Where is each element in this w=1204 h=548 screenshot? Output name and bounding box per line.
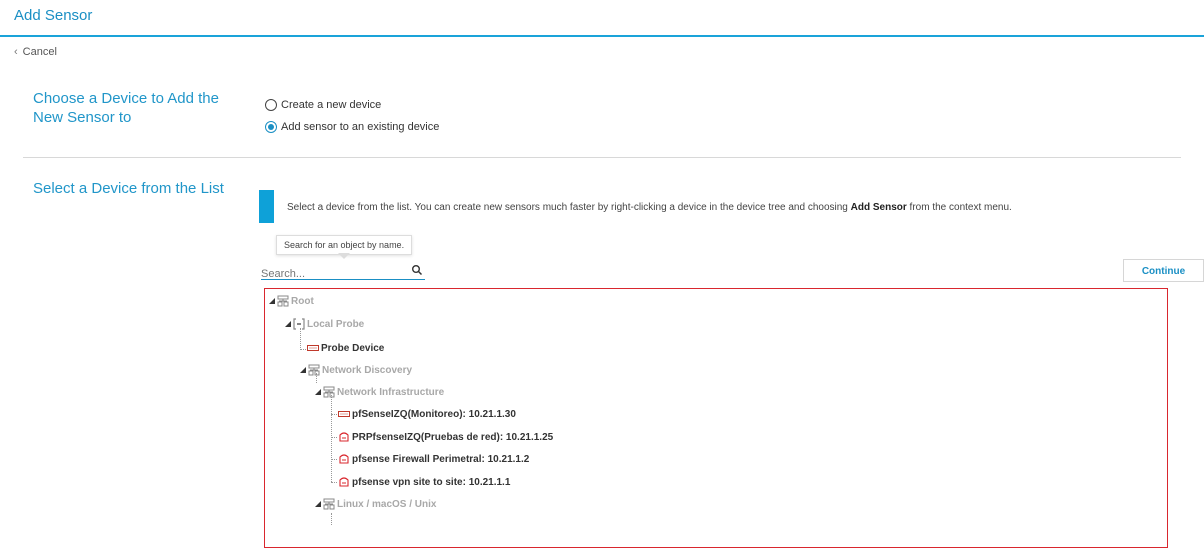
tree-node-local-probe[interactable]: Local Probe bbox=[285, 316, 364, 332]
existing-device-label: Add sensor to an existing device bbox=[281, 121, 440, 133]
device-icon bbox=[338, 411, 350, 417]
firewall-icon bbox=[339, 477, 349, 487]
info-text-after: from the context menu. bbox=[906, 202, 1012, 213]
cancel-link[interactable]: ‹ Cancel bbox=[14, 46, 57, 58]
tree-node-network-discovery[interactable]: Network Discovery bbox=[300, 362, 412, 378]
create-new-device-label: Create a new device bbox=[281, 99, 382, 111]
chevron-left-icon: ‹ bbox=[14, 46, 18, 58]
firewall-icon bbox=[339, 432, 349, 442]
expanded-arrow-icon[interactable] bbox=[300, 365, 307, 375]
device-icon bbox=[307, 345, 319, 351]
create-new-device-option[interactable]: Create a new device bbox=[265, 99, 381, 111]
tree-node-label: Local Probe bbox=[307, 318, 365, 330]
tree-node-probe-device[interactable]: Probe Device bbox=[307, 340, 384, 356]
tree-node-device[interactable]: pfsense Firewall Perimetral: 10.21.1.2 bbox=[338, 451, 529, 467]
search-tooltip: Search for an object by name. bbox=[276, 235, 413, 255]
search-box[interactable] bbox=[261, 264, 425, 280]
tree-node-label: Network Infrastructure bbox=[337, 386, 445, 398]
tree-node-label: PRPfsenseIZQ(Pruebas de red): 10.21.1.25 bbox=[352, 431, 554, 443]
tree-node-label: pfSenseIZQ(Monitoreo): 10.21.1.30 bbox=[352, 408, 516, 420]
device-tree[interactable]: Root Local Probe Probe Device Network Di… bbox=[264, 288, 1168, 548]
header-bar: Add Sensor bbox=[0, 0, 1204, 37]
info-text: Select a device from the list. You can c… bbox=[287, 202, 1012, 213]
tree-node-label: pfsense vpn site to site: 10.21.1.1 bbox=[352, 476, 511, 488]
radio-create-new-device[interactable] bbox=[265, 99, 277, 111]
tree-node-label: Root bbox=[291, 295, 314, 307]
radio-existing-device[interactable] bbox=[265, 121, 277, 133]
tree-node-label: Linux / macOS / Unix bbox=[337, 498, 437, 510]
choose-device-title: Choose a Device to Add the New Sensor to bbox=[33, 90, 219, 126]
expanded-arrow-icon[interactable] bbox=[269, 296, 276, 306]
group-icon bbox=[277, 295, 289, 307]
search-input[interactable] bbox=[261, 268, 401, 280]
tree-line bbox=[331, 414, 337, 415]
info-text-bold: Add Sensor bbox=[850, 202, 907, 213]
probe-icon bbox=[293, 318, 305, 330]
tree-node-linux[interactable]: Linux / macOS / Unix bbox=[315, 496, 436, 512]
tree-line bbox=[331, 395, 332, 482]
firewall-icon bbox=[339, 454, 349, 464]
info-text-before: Select a device from the list. You can c… bbox=[287, 202, 851, 213]
info-marker bbox=[259, 190, 274, 223]
tree-node-device[interactable]: PRPfsenseIZQ(Pruebas de red): 10.21.1.25 bbox=[338, 429, 553, 445]
tree-node-root[interactable]: Root bbox=[269, 293, 314, 309]
tree-node-device[interactable]: pfsense vpn site to site: 10.21.1.1 bbox=[338, 474, 510, 490]
cancel-label: Cancel bbox=[22, 46, 57, 58]
search-icon[interactable] bbox=[411, 264, 423, 276]
tooltip-arrow bbox=[338, 253, 350, 259]
tree-line bbox=[331, 513, 332, 525]
group-icon bbox=[308, 364, 320, 376]
tree-node-network-infrastructure[interactable]: Network Infrastructure bbox=[315, 384, 444, 400]
tree-node-label: pfsense Firewall Perimetral: 10.21.1.2 bbox=[352, 453, 530, 465]
group-icon bbox=[323, 386, 335, 398]
group-icon bbox=[323, 498, 335, 510]
section-divider bbox=[23, 157, 1181, 158]
tree-node-device[interactable]: pfSenseIZQ(Monitoreo): 10.21.1.30 bbox=[338, 406, 516, 422]
tree-line bbox=[331, 459, 337, 460]
tree-node-label: Network Discovery bbox=[322, 364, 413, 376]
tree-line bbox=[331, 482, 337, 483]
expanded-arrow-icon[interactable] bbox=[315, 387, 322, 397]
tree-node-label: Probe Device bbox=[321, 342, 385, 354]
expanded-arrow-icon[interactable] bbox=[285, 319, 292, 329]
expanded-arrow-icon[interactable] bbox=[315, 499, 322, 509]
tree-line bbox=[300, 349, 306, 350]
tree-line bbox=[331, 437, 337, 438]
continue-button[interactable]: Continue bbox=[1123, 259, 1204, 282]
select-device-title: Select a Device from the List bbox=[33, 180, 224, 197]
existing-device-option[interactable]: Add sensor to an existing device bbox=[265, 121, 439, 133]
page-title: Add Sensor bbox=[14, 7, 93, 24]
